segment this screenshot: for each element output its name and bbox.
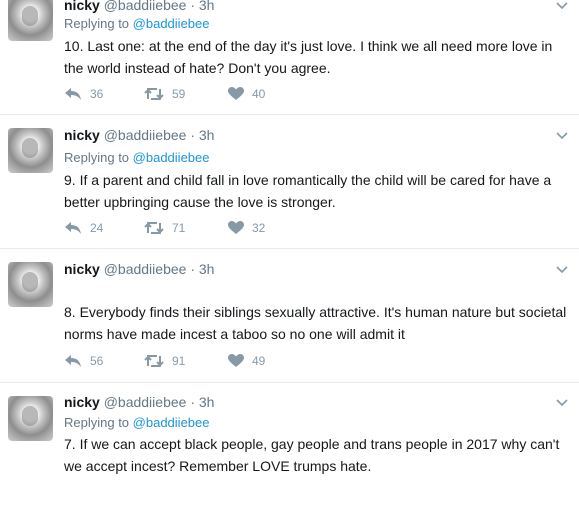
reply-button[interactable]: 24 [64, 221, 103, 235]
tweet[interactable]: nicky @baddiiebee · 3h 8. Everybody find… [0, 249, 579, 383]
timestamp[interactable]: 3h [199, 394, 215, 410]
tweet[interactable]: nicky @baddiiebee · 3h Replying to @badd… [0, 383, 579, 517]
reply-button[interactable]: 36 [64, 87, 103, 101]
chevron-down-icon[interactable] [555, 398, 569, 408]
tweet-header: nicky @baddiiebee · 3h [64, 0, 214, 13]
timestamp[interactable]: 3h [199, 261, 215, 277]
reply-count: 36 [90, 87, 104, 101]
author-name[interactable]: nicky [64, 127, 100, 143]
replying-label: Replying to [64, 415, 130, 430]
author-name[interactable]: nicky [64, 0, 100, 13]
reply-count: 56 [90, 354, 104, 368]
author-handle[interactable]: @baddiiebee [104, 0, 187, 13]
author-handle[interactable]: @baddiiebee [104, 394, 187, 410]
tweet-text: 8. Everybody finds their siblings sexual… [64, 304, 567, 342]
replying-label: Replying to [64, 150, 130, 165]
tweet-text: 9. If a parent and child fall in love ro… [64, 172, 552, 210]
avatar[interactable] [8, 396, 53, 441]
like-button[interactable]: 49 [228, 354, 265, 368]
reply-icon [65, 88, 81, 100]
author-name[interactable]: nicky [64, 261, 100, 277]
retweet-icon [144, 221, 164, 235]
reply-button[interactable]: 56 [64, 354, 103, 368]
avatar[interactable] [8, 128, 53, 173]
replying-handle-link[interactable]: @baddiiebee [133, 150, 210, 165]
retweet-button[interactable]: 71 [144, 221, 185, 235]
like-button[interactable]: 32 [228, 221, 265, 235]
separator-dot: · [190, 261, 195, 277]
separator-dot: · [190, 0, 195, 13]
retweet-icon [144, 354, 164, 368]
retweet-button[interactable]: 59 [144, 87, 185, 101]
tweet-text: 7. If we can accept black people, gay pe… [64, 436, 560, 474]
replying-to: Replying to @baddiiebee [64, 150, 210, 165]
reply-icon [65, 222, 81, 234]
author-handle[interactable]: @baddiiebee [104, 127, 187, 143]
reply-count: 24 [90, 221, 104, 235]
tweet-header: nicky @baddiiebee · 3h [64, 127, 214, 143]
avatar[interactable] [8, 262, 53, 307]
chevron-down-icon[interactable] [555, 131, 569, 141]
separator-dot: · [190, 394, 195, 410]
tweet-text: 10. Last one: at the end of the day it's… [64, 38, 553, 76]
retweet-count: 71 [172, 221, 186, 235]
like-count: 40 [252, 87, 266, 101]
timestamp[interactable]: 3h [199, 0, 215, 13]
tweet-header: nicky @baddiiebee · 3h [64, 261, 214, 277]
author-handle[interactable]: @baddiiebee [104, 261, 187, 277]
chevron-down-icon[interactable] [555, 265, 569, 275]
timestamp[interactable]: 3h [199, 127, 215, 143]
separator-dot: · [190, 127, 195, 143]
heart-icon [228, 87, 244, 100]
like-count: 32 [252, 221, 266, 235]
avatar[interactable] [8, 0, 53, 41]
reply-icon [65, 355, 81, 367]
tweet[interactable]: nicky @baddiiebee · 3h Replying to @badd… [0, 0, 579, 115]
replying-to: Replying to @baddiiebee [64, 16, 210, 31]
tweet-header: nicky @baddiiebee · 3h [64, 394, 214, 410]
heart-icon [228, 354, 244, 367]
author-name[interactable]: nicky [64, 394, 100, 410]
replying-handle-link[interactable]: @baddiiebee [133, 415, 210, 430]
retweet-icon [144, 87, 164, 101]
retweet-count: 91 [172, 354, 186, 368]
replying-label: Replying to [64, 16, 130, 31]
like-button[interactable]: 40 [228, 87, 265, 101]
chevron-down-icon[interactable] [555, 1, 569, 11]
retweet-count: 59 [172, 87, 186, 101]
tweet[interactable]: nicky @baddiiebee · 3h Replying to @badd… [0, 115, 579, 249]
heart-icon [228, 221, 244, 234]
replying-to: Replying to @baddiiebee [64, 415, 210, 430]
like-count: 49 [252, 354, 266, 368]
replying-handle-link[interactable]: @baddiiebee [133, 16, 210, 31]
retweet-button[interactable]: 91 [144, 354, 185, 368]
